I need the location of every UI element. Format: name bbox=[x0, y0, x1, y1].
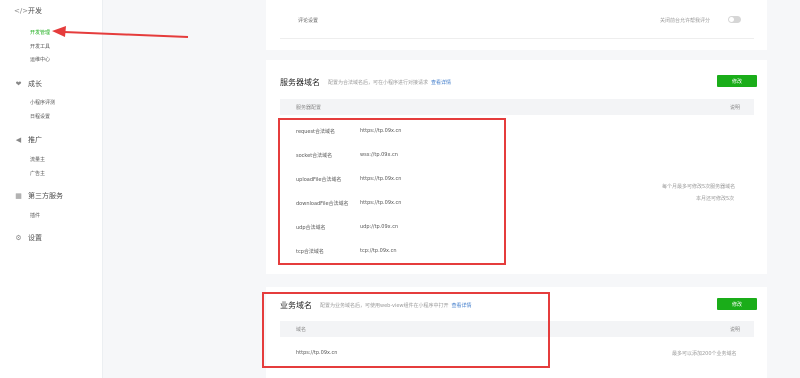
server-domain-modify-button[interactable]: 修改 bbox=[717, 75, 757, 87]
highlight-box-server-domains bbox=[278, 118, 506, 265]
server-domain-table-header: 服务器配置 说明 bbox=[280, 99, 754, 115]
server-domain-detail-link[interactable]: 查看详情 bbox=[431, 80, 451, 86]
server-domain-desc: 配置为合法域名后，可在小程序进行对接请求 查看详情 bbox=[328, 80, 452, 86]
server-domain-title: 服务器域名 bbox=[280, 78, 320, 87]
server-domain-note-2: 本月还可修改5次 bbox=[696, 196, 735, 202]
server-domain-note-1: 每个月最多可修改5次服务器域名 bbox=[662, 184, 736, 190]
highlight-box-business-domain bbox=[262, 292, 550, 368]
comment-settings-label: 评论设置 bbox=[298, 18, 319, 24]
business-domain-note: 最多可以添加200个业务域名 bbox=[672, 351, 737, 357]
divider bbox=[280, 38, 754, 39]
comment-toggle[interactable] bbox=[728, 16, 741, 23]
business-domain-modify-button[interactable]: 修改 bbox=[717, 298, 757, 310]
toggle-label: 关闭前台允许帮我评分 bbox=[660, 18, 711, 24]
comment-settings-card bbox=[266, 0, 767, 50]
